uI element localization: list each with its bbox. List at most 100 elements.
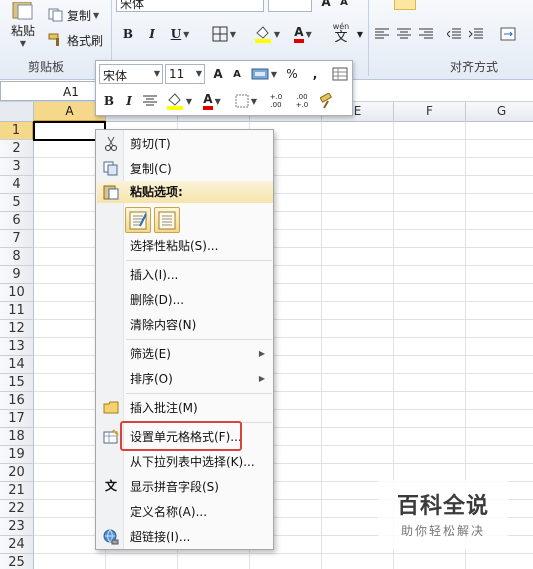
italic-button[interactable]: I [144, 24, 160, 44]
mini-font-color-button[interactable]: A ▼ [198, 91, 226, 111]
mini-grow-font-button[interactable]: A [209, 64, 227, 84]
menu-item-delete[interactable]: 删除(D)... [97, 289, 273, 311]
clipboard-group-label: 剪贴板 [28, 60, 65, 74]
mini-format-table-button[interactable] [330, 64, 350, 84]
row-header-12[interactable]: 12 [0, 320, 34, 338]
mini-grow-font-label: A [213, 67, 223, 81]
menu-item-paste-special[interactable]: 选择性粘贴(S)... [97, 235, 273, 257]
underline-button[interactable]: U ▼ [166, 24, 194, 44]
mini-increase-decimal-button[interactable]: +.0 .00 [264, 91, 288, 111]
mini-number-format-button[interactable]: ▼ [250, 64, 278, 84]
menu-separator [126, 260, 272, 261]
ribbon-font-name-box[interactable]: 宋体 [116, 0, 264, 12]
row-header-6[interactable]: 6 [0, 212, 34, 230]
row-header-4[interactable]: 4 [0, 176, 34, 194]
paste-button[interactable]: 粘贴 ▼ [4, 0, 42, 50]
menu-item-label: 显示拼音字段(S) [130, 480, 219, 494]
row-header-13[interactable]: 13 [0, 338, 34, 356]
row-header-9[interactable]: 9 [0, 266, 34, 284]
row-header-7[interactable]: 7 [0, 230, 34, 248]
row-header-11[interactable]: 11 [0, 302, 34, 320]
align-right-button[interactable] [418, 26, 434, 42]
row-header-1[interactable]: 1 [0, 122, 34, 140]
paste-option-values-icon[interactable] [154, 207, 180, 233]
decrease-decimal-label: .00 +.0 [295, 93, 309, 109]
align-center-button[interactable] [396, 26, 412, 42]
copy-label: 复制 [67, 8, 92, 23]
row-header-17[interactable]: 17 [0, 410, 34, 428]
copy-button[interactable]: 复制 ▼ [48, 6, 106, 24]
mini-font-size: 11 [169, 67, 185, 81]
mini-font-size-box[interactable]: 11 ▼ [165, 64, 205, 84]
row-header-18[interactable]: 18 [0, 428, 34, 446]
menu-item-insert-comment[interactable]: 插入批注(M) [97, 397, 273, 419]
ribbon-font-size-box[interactable] [268, 0, 312, 12]
mini-fill-color-button[interactable]: ▼ [164, 91, 194, 111]
menu-item-define-name[interactable]: 定义名称(A)... [97, 501, 273, 523]
name-box[interactable]: A1 [0, 81, 98, 101]
chevron-down-icon: ▼ [19, 39, 27, 48]
menu-item-insert[interactable]: 插入(I)... [97, 264, 273, 286]
menu-item-clear-contents[interactable]: 清除内容(N) [97, 314, 273, 336]
mini-percent-button[interactable]: % [284, 64, 300, 84]
row-header-24[interactable]: 24 [0, 536, 34, 554]
menu-item-sort[interactable]: 排序(O) ▶ [97, 368, 273, 390]
row-header-15[interactable]: 15 [0, 374, 34, 392]
mini-font-color-label: A [203, 92, 213, 110]
row-header-22[interactable]: 22 [0, 500, 34, 518]
menu-item-hyperlink[interactable]: 超链接(I)... [97, 526, 273, 548]
format-table-icon [332, 67, 348, 81]
column-header-f[interactable]: F [394, 102, 466, 122]
row-header-21[interactable]: 21 [0, 482, 34, 500]
mini-italic-button[interactable]: I [122, 91, 136, 111]
pinyin-button[interactable]: wén 文 [326, 20, 356, 48]
menu-item-filter[interactable]: 筛选(E) ▶ [97, 343, 273, 365]
mini-format-painter-button[interactable] [318, 91, 338, 111]
mini-bold-button[interactable]: B [102, 91, 116, 111]
row-header-3[interactable]: 3 [0, 158, 34, 176]
menu-item-label: 剪切(T) [130, 137, 171, 151]
row-header-20[interactable]: 20 [0, 464, 34, 482]
grow-font-button[interactable]: A [318, 0, 334, 10]
highlight-box [120, 421, 242, 451]
column-header-g[interactable]: G [466, 102, 533, 122]
row-header-8[interactable]: 8 [0, 248, 34, 266]
submenu-arrow-icon: ▶ [258, 349, 265, 358]
mini-shrink-font-button[interactable]: A [229, 64, 245, 84]
shrink-font-button[interactable]: A [336, 0, 352, 10]
bold-button[interactable]: B [120, 24, 136, 44]
pinyin-icon: 文 [104, 479, 117, 493]
mini-borders-button[interactable]: ▼ [232, 91, 260, 111]
menu-item-show-pinyin[interactable]: 文 显示拼音字段(S) [97, 476, 273, 498]
menu-item-pick-from-list[interactable]: 从下拉列表中选择(K)... [97, 451, 273, 473]
align-top-button[interactable] [394, 0, 416, 10]
row-header-23[interactable]: 23 [0, 518, 34, 536]
row-header-14[interactable]: 14 [0, 356, 34, 374]
row-header-5[interactable]: 5 [0, 194, 34, 212]
menu-item-label: 粘贴选项: [130, 185, 183, 199]
align-left-button[interactable] [374, 26, 390, 42]
row-header-25[interactable]: 25 [0, 554, 34, 569]
mini-decrease-decimal-button[interactable]: .00 +.0 [290, 91, 314, 111]
mini-font-name-box[interactable]: 宋体 ▼ [99, 64, 163, 84]
paste-option-format-icon[interactable] [125, 207, 151, 233]
increase-indent-button[interactable] [468, 26, 484, 42]
merge-center-button[interactable] [500, 24, 530, 44]
select-all-corner[interactable] [0, 102, 34, 122]
decrease-indent-button[interactable] [446, 26, 462, 42]
menu-item-copy[interactable]: 复制(C) [97, 158, 273, 180]
menu-item-cut[interactable]: 剪切(T) [97, 133, 273, 155]
row-header-16[interactable]: 16 [0, 392, 34, 410]
font-color-button[interactable]: A ▼ [286, 24, 320, 44]
fill-color-button[interactable]: ▼ [250, 24, 284, 44]
row-header-2[interactable]: 2 [0, 140, 34, 158]
align-left-icon [375, 28, 389, 39]
row-header-10[interactable]: 10 [0, 284, 34, 302]
chevron-down-icon[interactable]: ▼ [356, 26, 364, 42]
mini-center-button[interactable] [142, 91, 158, 111]
chevron-down-icon: ▼ [273, 29, 281, 39]
borders-button[interactable]: ▼ [208, 24, 240, 44]
mini-comma-button[interactable]: , [308, 64, 322, 84]
format-painter-button[interactable]: 格式刷 [48, 31, 108, 49]
row-header-19[interactable]: 19 [0, 446, 34, 464]
